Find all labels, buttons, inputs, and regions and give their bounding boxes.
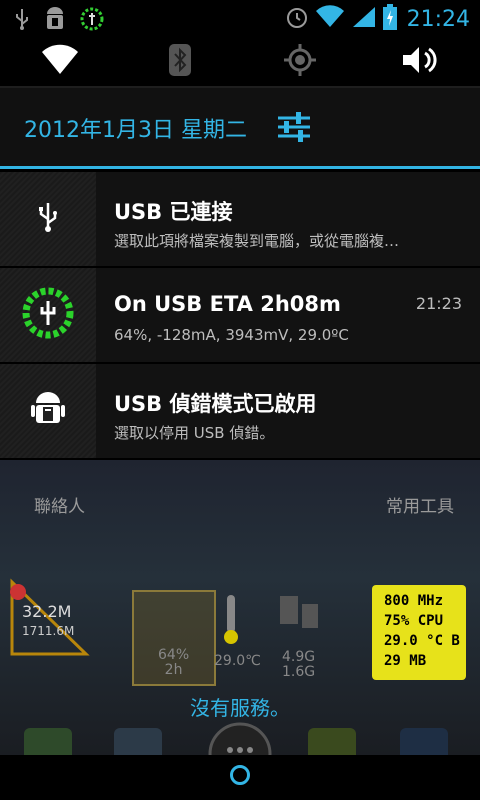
usb-icon bbox=[14, 8, 30, 34]
notification-usb-debugging[interactable]: USB 偵錯模式已啟用 選取以停用 USB 偵錯。 bbox=[0, 364, 480, 458]
battery-charging-icon bbox=[382, 4, 397, 34]
notification-title: USB 偵錯模式已啟用 bbox=[114, 392, 317, 416]
android-debug-icon bbox=[44, 6, 66, 36]
notification-icon-box bbox=[0, 268, 96, 362]
cpu-usage: 75% CPU bbox=[384, 613, 444, 629]
cpu-widget[interactable]: 800 MHz 75% CPU 29.0 °C B 29 MB bbox=[372, 585, 466, 680]
wifi-icon bbox=[40, 44, 80, 80]
shade-handle-circle-icon bbox=[230, 765, 250, 785]
settings-sliders-icon bbox=[276, 112, 312, 148]
notification-shade-handle[interactable] bbox=[0, 755, 480, 800]
notification-subtitle: 選取以停用 USB 偵錯。 bbox=[114, 424, 275, 442]
notification-time: 21:23 bbox=[415, 294, 462, 313]
header-accent-line bbox=[0, 166, 480, 169]
no-service-label: 沒有服務。 bbox=[190, 696, 290, 720]
notification-title: On USB ETA 2h08m bbox=[114, 292, 341, 316]
storage-sd: 1.6G bbox=[282, 664, 316, 680]
signal-icon bbox=[351, 5, 377, 33]
cpu-freq: 800 MHz bbox=[384, 593, 444, 609]
notification-subtitle: 64%, -128mA, 3943mV, 29.0ºC bbox=[114, 326, 349, 344]
app-label-tools[interactable]: 常用工具 bbox=[386, 492, 454, 517]
quick-settings-row bbox=[0, 38, 480, 86]
notification-usb-connected[interactable]: USB 已連接 選取此項將檔案複製到電腦，或從電腦複… bbox=[0, 172, 480, 266]
cpu-memory: 29 MB bbox=[384, 653, 427, 669]
bluetooth-icon bbox=[168, 43, 192, 81]
battery-widget-time: 2h bbox=[164, 662, 183, 678]
wifi-toggle[interactable] bbox=[0, 38, 120, 86]
notification-title: USB 已連接 bbox=[114, 200, 233, 224]
battery-widget-icon bbox=[80, 7, 104, 35]
temperature-widget[interactable]: 29.0℃ bbox=[210, 595, 261, 669]
temperature-value: 29.0℃ bbox=[214, 653, 261, 669]
volume-toggle[interactable] bbox=[360, 38, 480, 86]
network-widget-line2: 1711.6M bbox=[22, 624, 75, 638]
android-debug-icon bbox=[31, 389, 65, 433]
wifi-icon bbox=[315, 5, 345, 33]
date-label: 2012年1月3日 星期二 bbox=[24, 118, 247, 143]
status-time: 21:24 bbox=[406, 6, 470, 32]
notification-icon-box bbox=[0, 364, 96, 458]
gps-icon bbox=[284, 44, 316, 80]
network-widget-line1: 32.2M bbox=[22, 602, 72, 621]
storage-widget[interactable]: 4.9G 1.6G bbox=[280, 596, 320, 680]
volume-icon bbox=[401, 43, 439, 81]
battery-widget[interactable]: 64% 2h bbox=[132, 590, 216, 686]
settings-button[interactable] bbox=[276, 110, 312, 144]
app-label-contacts[interactable]: 聯絡人 bbox=[34, 492, 85, 517]
battery-widget-percent: 64% bbox=[158, 647, 190, 663]
usb-icon bbox=[37, 201, 59, 237]
date-header: 2012年1月3日 星期二 bbox=[0, 88, 480, 166]
storage-internal: 4.9G bbox=[282, 649, 316, 665]
battery-charge-ring-icon bbox=[20, 285, 76, 345]
notification-battery-status[interactable]: On USB ETA 2h08m 21:23 64%, -128mA, 3943… bbox=[0, 268, 480, 362]
notification-subtitle: 選取此項將檔案複製到電腦，或從電腦複… bbox=[114, 232, 400, 250]
alarm-icon bbox=[285, 5, 309, 33]
status-bar: 21:24 bbox=[0, 0, 480, 38]
bluetooth-toggle[interactable] bbox=[120, 38, 240, 86]
notification-icon-box bbox=[0, 172, 96, 266]
gps-toggle[interactable] bbox=[240, 38, 360, 86]
cpu-temp: 29.0 °C B bbox=[384, 633, 460, 649]
